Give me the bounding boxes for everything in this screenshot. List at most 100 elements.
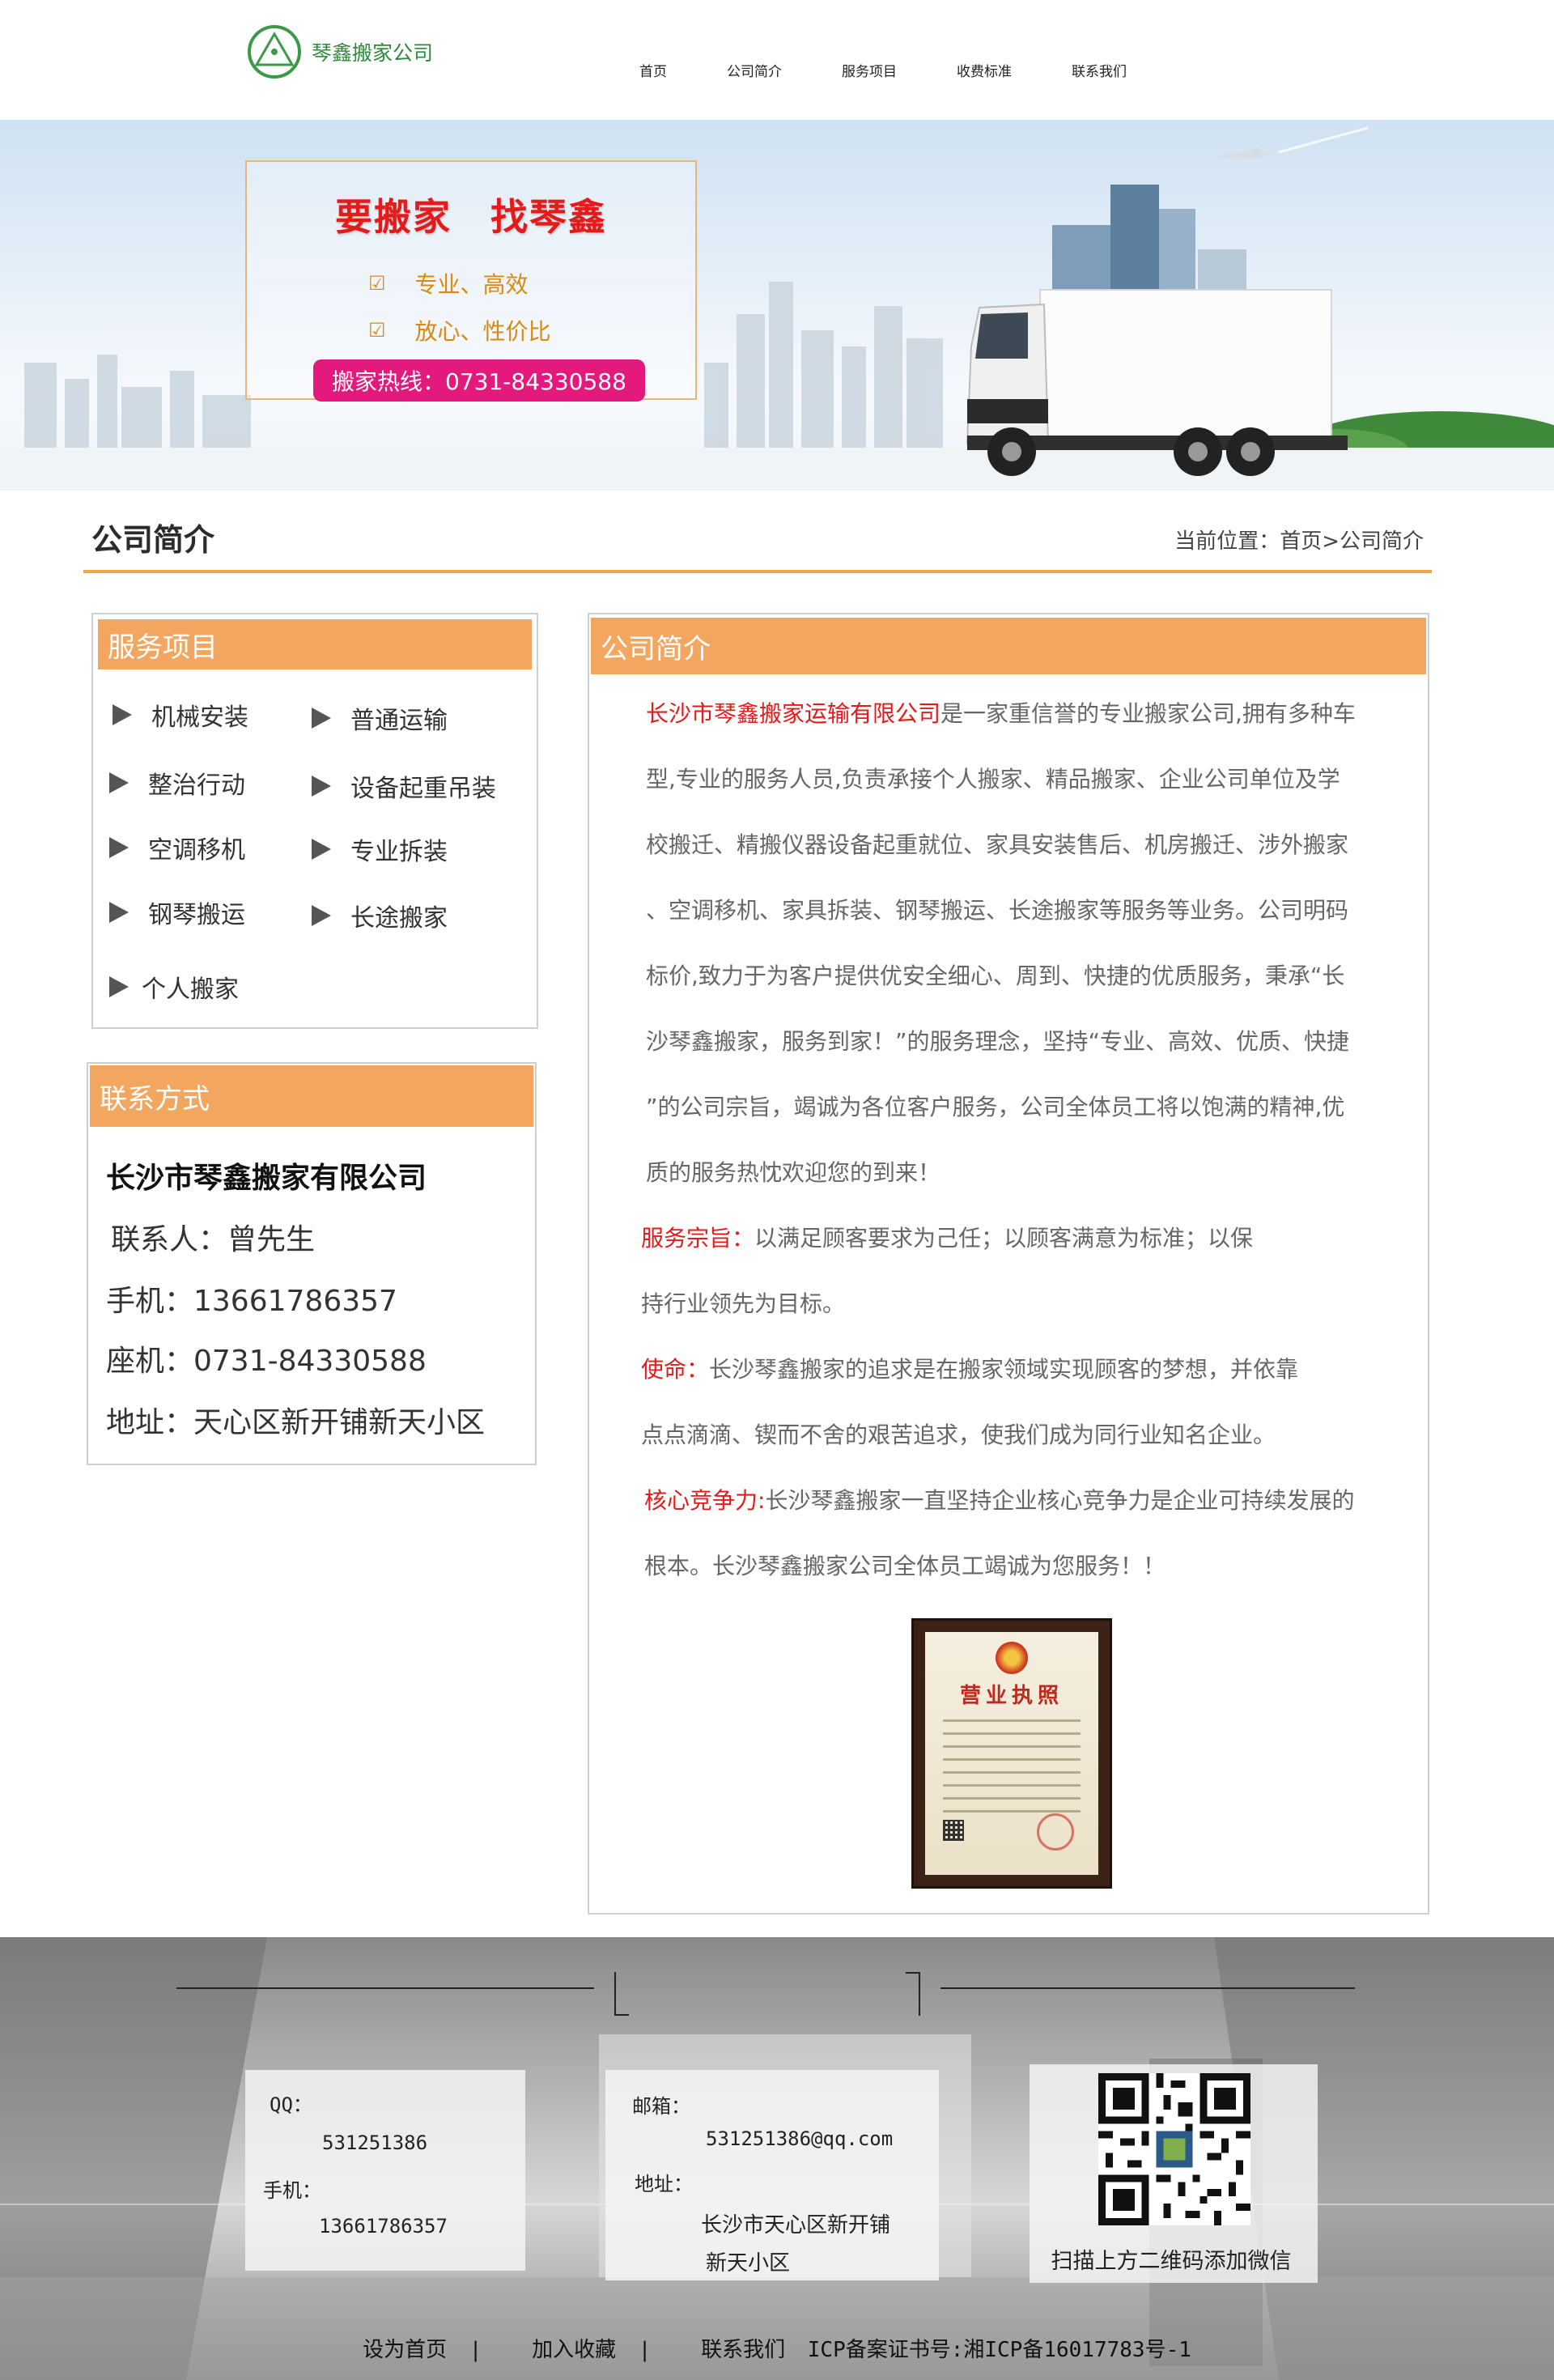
qr-caption: 扫描上方二维码添加微信: [1051, 2249, 1292, 2274]
triangle-icon: [312, 839, 331, 860]
footer-email-label: 邮箱：: [632, 2095, 690, 2118]
contact-title: 联系方式: [90, 1065, 533, 1127]
triangle-icon: [109, 976, 129, 997]
promo-box: 要搬家 找琴鑫 ☑ 专业、高效 ☑ 放心、性价比 搬家热线：0731-84330…: [245, 160, 697, 402]
service-label: 整治行动: [148, 771, 245, 800]
service-label: 个人搬家: [142, 975, 239, 1004]
footer-mobile-value[interactable]: 13661786357: [319, 2215, 448, 2238]
core-line-2: 根本。长沙琴鑫搬家公司全体员工竭诚为您服务！！: [644, 1553, 1166, 1579]
service-item[interactable]: 空调移机: [109, 830, 245, 865]
intro-line-3: 校搬迁、精搬仪器设备起重就位、家具安装售后、机房搬迁、涉外搬家: [646, 831, 1349, 858]
footer-qq-value[interactable]: 531251386: [322, 2131, 427, 2154]
check-icon: ☑: [368, 319, 386, 342]
breadcrumb[interactable]: 当前位置：首页>公司简介: [1174, 525, 1424, 555]
triangle-icon: [109, 772, 129, 793]
set-home-link[interactable]: 设为首页: [363, 2338, 447, 2362]
service-label: 普通运输: [350, 707, 448, 735]
service-item[interactable]: 钢琴搬运: [109, 895, 245, 930]
license-document: 营业执照: [925, 1632, 1098, 1875]
triangle-icon: [312, 905, 331, 926]
site-header: 琴鑫搬家公司 首页 公司简介 服务项目 收费标准 联系我们: [0, 0, 1554, 120]
icp-record[interactable]: ICP备案证书号:湘ICP备16017783号-1: [808, 2338, 1191, 2362]
core-text: 长沙琴鑫搬家一直坚持企业核心竞争力是企业可持续发展的: [765, 1487, 1355, 1514]
intro-panel: 公司简介 长沙市琴鑫搬家运输有限公司是一家重信誉的专业搬家公司,拥有多种车 型,…: [588, 613, 1429, 1915]
services-panel: 服务项目 机械安装 普通运输 整治行动 设备起重吊装 空调移机 专业拆装 钢琴搬…: [91, 613, 538, 1029]
footer-divider-left: [176, 1987, 594, 1989]
service-label: 空调移机: [148, 836, 245, 865]
intro-line-5: 标价,致力于为客户提供优安全细心、周到、快捷的优质服务，秉承“长: [646, 963, 1345, 989]
triangle-icon: [312, 776, 331, 797]
intro-company-name: 长沙市琴鑫搬家运输有限公司: [646, 700, 941, 727]
service-label: 机械安装: [151, 703, 248, 732]
contact-phone: 座机：0731-84330588: [106, 1345, 427, 1378]
promo-feature-1: ☑ 专业、高效: [368, 267, 529, 300]
logo[interactable]: 琴鑫搬家公司: [247, 24, 433, 79]
footer-bracket-ornament: [614, 1972, 920, 2016]
hotline-badge[interactable]: 搬家热线：0731-84330588: [313, 359, 645, 402]
service-label: 设备起重吊装: [350, 775, 496, 803]
mission-line-1: 使命：长沙琴鑫搬家的追求是在搬家领域实现顾客的梦想，并依靠: [641, 1337, 1298, 1402]
triangle-icon: [109, 837, 129, 858]
mission-line-2: 点点滴滴、锲而不舍的艰苦追求，使我们成为同行业知名企业。: [641, 1422, 1276, 1448]
purpose-text: 以满足顾客要求为己任；以顾客满意为标准；以保: [754, 1225, 1254, 1252]
contact-us-link[interactable]: 联系我们: [701, 2338, 785, 2362]
footer-qq-label: QQ：: [270, 2093, 312, 2116]
service-label: 长途搬家: [350, 904, 448, 933]
triangle-icon: [113, 704, 132, 725]
check-icon: ☑: [368, 272, 386, 295]
contact-company: 长沙市琴鑫搬家有限公司: [106, 1162, 427, 1195]
service-item[interactable]: 设备起重吊装: [312, 768, 496, 804]
triangle-icon: [312, 708, 331, 729]
contact-mobile: 手机：13661786357: [106, 1285, 397, 1318]
separator: |: [469, 2338, 482, 2362]
business-license-image[interactable]: 营业执照: [911, 1618, 1112, 1889]
nav-home[interactable]: 首页: [639, 60, 667, 80]
contact-address: 地址：天心区新开铺新天小区: [106, 1406, 486, 1439]
footer-address-line-2: 新天小区: [706, 2251, 791, 2276]
intro-line-4: 、空调移机、家具拆装、钢琴搬运、长途搬家等服务等业务。公司明码: [646, 897, 1349, 924]
promo-slogan: 要搬家 找琴鑫: [335, 195, 607, 239]
add-favorite-link[interactable]: 加入收藏: [532, 2338, 616, 2362]
intro-text: 是一家重信誉的专业搬家公司,拥有多种车: [940, 700, 1356, 727]
purpose-line-2: 持行业领先为目标。: [641, 1290, 846, 1317]
promo-feature-1-text: 专业、高效: [414, 271, 529, 298]
logo-icon: [248, 25, 301, 79]
wechat-qr-code[interactable]: [1098, 2073, 1250, 2225]
intro-line-1: 长沙市琴鑫搬家运输有限公司是一家重信誉的专业搬家公司,拥有多种车: [646, 681, 1356, 746]
intro-title: 公司简介: [591, 618, 1426, 674]
seal-icon: [1037, 1813, 1074, 1851]
footer-bottom-links: 设为首页 | 加入收藏 | 联系我们 ICP备案证书号:湘ICP备1601778…: [0, 2333, 1554, 2363]
city-truck-illustration: [0, 126, 1554, 491]
service-label: 专业拆装: [350, 838, 448, 866]
service-label: 钢琴搬运: [148, 901, 245, 929]
hero-banner: 要搬家 找琴鑫 ☑ 专业、高效 ☑ 放心、性价比 搬家热线：0731-84330…: [0, 120, 1554, 491]
footer-address-label: 地址：: [635, 2173, 693, 2195]
footer-mobile-label: 手机：: [263, 2179, 321, 2202]
core-label: 核心竞争力:: [644, 1487, 766, 1514]
services-title: 服务项目: [98, 619, 532, 669]
nav-pricing[interactable]: 收费标准: [957, 60, 1012, 80]
intro-line-6: 沙琴鑫搬家，服务到家！”的服务理念，坚持“专业、高效、优质、快捷: [646, 1028, 1350, 1055]
separator: |: [638, 2338, 652, 2362]
nav-contact[interactable]: 联系我们: [1072, 60, 1127, 80]
service-item[interactable]: 专业拆装: [312, 831, 448, 867]
promo-feature-2: ☑ 放心、性价比: [368, 314, 551, 346]
triangle-icon: [109, 902, 129, 923]
core-line-1: 核心竞争力:长沙琴鑫搬家一直坚持企业核心竞争力是企业可持续发展的: [644, 1468, 1354, 1533]
contact-panel: 联系方式 长沙市琴鑫搬家有限公司 联系人：曾先生 手机：13661786357 …: [87, 1062, 537, 1465]
nav-services[interactable]: 服务项目: [842, 60, 897, 80]
page-title-bar: 公司简介 当前位置：首页>公司简介: [83, 510, 1432, 573]
service-item[interactable]: 长途搬家: [312, 898, 448, 933]
contact-person: 联系人：曾先生: [111, 1223, 316, 1256]
service-item[interactable]: 机械安装: [113, 697, 248, 733]
logo-text: 琴鑫搬家公司: [312, 41, 434, 65]
intro-line-8: 质的服务热忱欢迎您的到来！: [646, 1159, 941, 1186]
mission-label: 使命：: [641, 1356, 710, 1383]
service-item[interactable]: 整治行动: [109, 765, 245, 801]
nav-about[interactable]: 公司简介: [727, 60, 782, 80]
footer-email-value[interactable]: 531251386@qq.com: [706, 2127, 893, 2150]
intro-line-7: ”的公司宗旨，竭诚为各位客户服务，公司全体员工将以饱满的精神,优: [646, 1094, 1345, 1120]
footer-address-line-1: 长沙市天心区新开铺: [701, 2213, 891, 2238]
service-item[interactable]: 个人搬家: [109, 969, 239, 1005]
service-item[interactable]: 普通运输: [312, 700, 448, 736]
